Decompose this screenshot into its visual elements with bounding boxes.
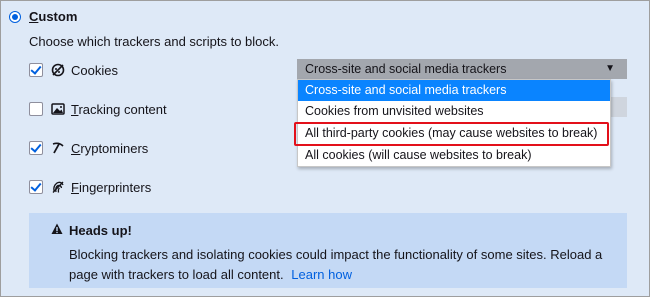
dropdown-option-all-cookies[interactable]: All cookies (will cause websites to brea… xyxy=(298,145,610,166)
cookie-behavior-select[interactable]: Cross-site and social media trackers ▼ xyxy=(297,59,627,79)
fingerprinters-checkbox[interactable] xyxy=(29,180,43,194)
tracking-content-checkbox[interactable] xyxy=(29,102,43,116)
cookies-label: Cookies xyxy=(71,63,118,78)
learn-how-link[interactable]: Learn how xyxy=(291,267,352,282)
heads-up-notice: Heads up! Blocking trackers and isolatin… xyxy=(29,213,627,288)
cryptominer-icon xyxy=(52,142,64,154)
tracking-content-label: Tracking content xyxy=(71,102,167,117)
custom-radio[interactable] xyxy=(9,11,21,23)
highlight-box xyxy=(294,122,609,146)
content-blocking-panel: Custom Choose which trackers and scripts… xyxy=(0,0,650,297)
dropdown-option-unvisited[interactable]: Cookies from unvisited websites xyxy=(298,101,610,122)
heads-up-body: Blocking trackers and isolating cookies … xyxy=(69,247,603,282)
fingerprinters-label: Fingerprinters xyxy=(71,180,152,195)
cookie-behavior-value: Cross-site and social media trackers xyxy=(305,62,507,76)
fingerprint-icon xyxy=(52,181,64,193)
cookie-icon xyxy=(51,63,65,77)
cookies-checkbox[interactable] xyxy=(29,63,43,77)
custom-description: Choose which trackers and scripts to blo… xyxy=(29,34,279,49)
heads-up-title: Heads up! xyxy=(69,223,132,238)
cryptominers-label: Cryptominers xyxy=(71,141,149,156)
tracking-content-select-edge[interactable] xyxy=(610,97,627,117)
custom-radio-label[interactable]: Custom xyxy=(29,9,77,24)
image-icon xyxy=(51,103,65,115)
cryptominers-checkbox[interactable] xyxy=(29,141,43,155)
warning-icon xyxy=(51,223,63,234)
chevron-down-icon: ▼ xyxy=(605,63,615,74)
dropdown-option-cross-site[interactable]: Cross-site and social media trackers xyxy=(298,80,610,101)
